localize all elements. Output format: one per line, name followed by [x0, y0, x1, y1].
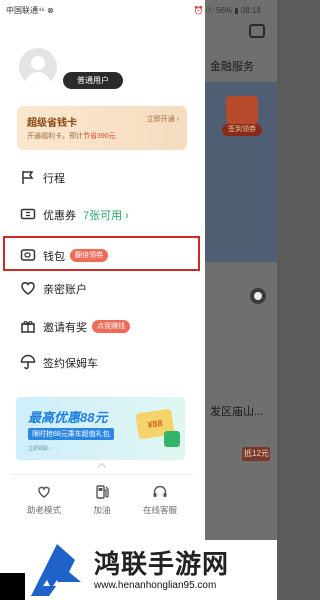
watermark-title: 鸿联手游网	[94, 549, 230, 579]
coupon-icon	[20, 208, 36, 220]
umbrella-icon	[20, 354, 36, 370]
background-address-text: 发区庙山...	[210, 406, 264, 418]
user-type-badge[interactable]: 普通用户	[63, 72, 123, 89]
chevron-up-icon[interactable]	[97, 462, 107, 472]
heart-hands-icon	[38, 486, 50, 498]
promo-subtitle: 限时抢88元乘车超值礼包	[28, 428, 114, 440]
menu-item-invite[interactable]: 邀请有奖 点我赚钱	[0, 311, 205, 341]
status-right: ⏰ ⓝ 56% ▮ 08:18	[193, 6, 261, 15]
menu-item-nanny-car[interactable]: 签约保姆车	[0, 347, 205, 377]
menu-label-nanny-car: 签约保姆车	[43, 358, 98, 370]
watermark-banner: 鸿联手游网 www.henanhonglian95.com	[0, 540, 277, 600]
wallet-highlight-box	[3, 236, 200, 271]
side-drawer: 普通用户 超级省钱卡 开通福利卡，预计节省390元 立即开通 › 行程 优惠券 …	[0, 0, 205, 600]
headset-icon	[153, 485, 167, 497]
menu-label-family-account: 亲密账户	[43, 284, 87, 296]
elder-mode-button[interactable]: 助老模式	[14, 484, 74, 520]
gift-box-icon	[21, 320, 35, 333]
vip-open-button[interactable]: 立即开通 ›	[147, 114, 179, 124]
elder-mode-label: 助老模式	[26, 505, 61, 515]
vip-card[interactable]: 超级省钱卡 开通福利卡，预计节省390元 立即开通 ›	[17, 106, 187, 150]
status-bar: 中国联通⁴⁶ ⊗ ⏰ ⓝ 56% ▮ 08:18	[0, 0, 277, 18]
avatar[interactable]	[19, 48, 57, 86]
corner-overlay	[0, 573, 25, 600]
menu-item-family-account[interactable]: 亲密账户	[0, 273, 205, 303]
chat-icon	[249, 24, 265, 38]
customer-service-label: 在线客服	[142, 505, 177, 515]
menu-item-trip[interactable]: 行程	[0, 162, 205, 192]
promo-banner[interactable]: 最高优惠88元 限时抢88元乘车超值礼包 立即领取 › ¥88	[16, 397, 185, 460]
background-title: 金融服务	[210, 61, 254, 73]
menu-label-invite: 邀请有奖	[43, 322, 87, 334]
watermark-url: www.henanhonglian95.com	[94, 580, 217, 591]
horse-logo-icon	[31, 544, 81, 596]
background-badge: 抵12元	[242, 447, 270, 461]
promo-cup-graphic	[164, 431, 180, 447]
fuel-button[interactable]: 加油	[72, 484, 132, 520]
background-location-button	[250, 288, 266, 304]
background-pill: 签到领券	[222, 124, 262, 136]
gift-icon	[226, 96, 258, 124]
vip-card-save: 节省390元	[83, 133, 116, 140]
coupon-count: 7张可用 ›	[83, 210, 129, 222]
fuel-pump-icon	[96, 485, 109, 499]
menu-item-coupon[interactable]: 优惠券 7张可用 ›	[0, 199, 205, 229]
carrier-text: 中国联通⁴⁶ ⊗	[6, 6, 54, 15]
promo-title: 最高优惠88元	[28, 410, 108, 425]
promo-note: 立即领取 ›	[28, 446, 52, 452]
vip-card-subtitle-text: 开通福利卡，预计	[27, 133, 83, 140]
customer-service-button[interactable]: 在线客服	[130, 484, 190, 520]
fuel-label: 加油	[93, 505, 111, 515]
invite-tag-badge: 点我赚钱	[92, 320, 130, 333]
heart-icon	[21, 282, 35, 295]
flag-icon	[22, 171, 34, 184]
menu-label-trip: 行程	[43, 173, 65, 185]
vip-card-title: 超级省钱卡	[27, 118, 77, 129]
vip-card-subtitle: 开通福利卡，预计节省390元	[27, 131, 116, 141]
menu-label-coupon: 优惠券	[43, 210, 76, 222]
divider	[12, 474, 193, 475]
